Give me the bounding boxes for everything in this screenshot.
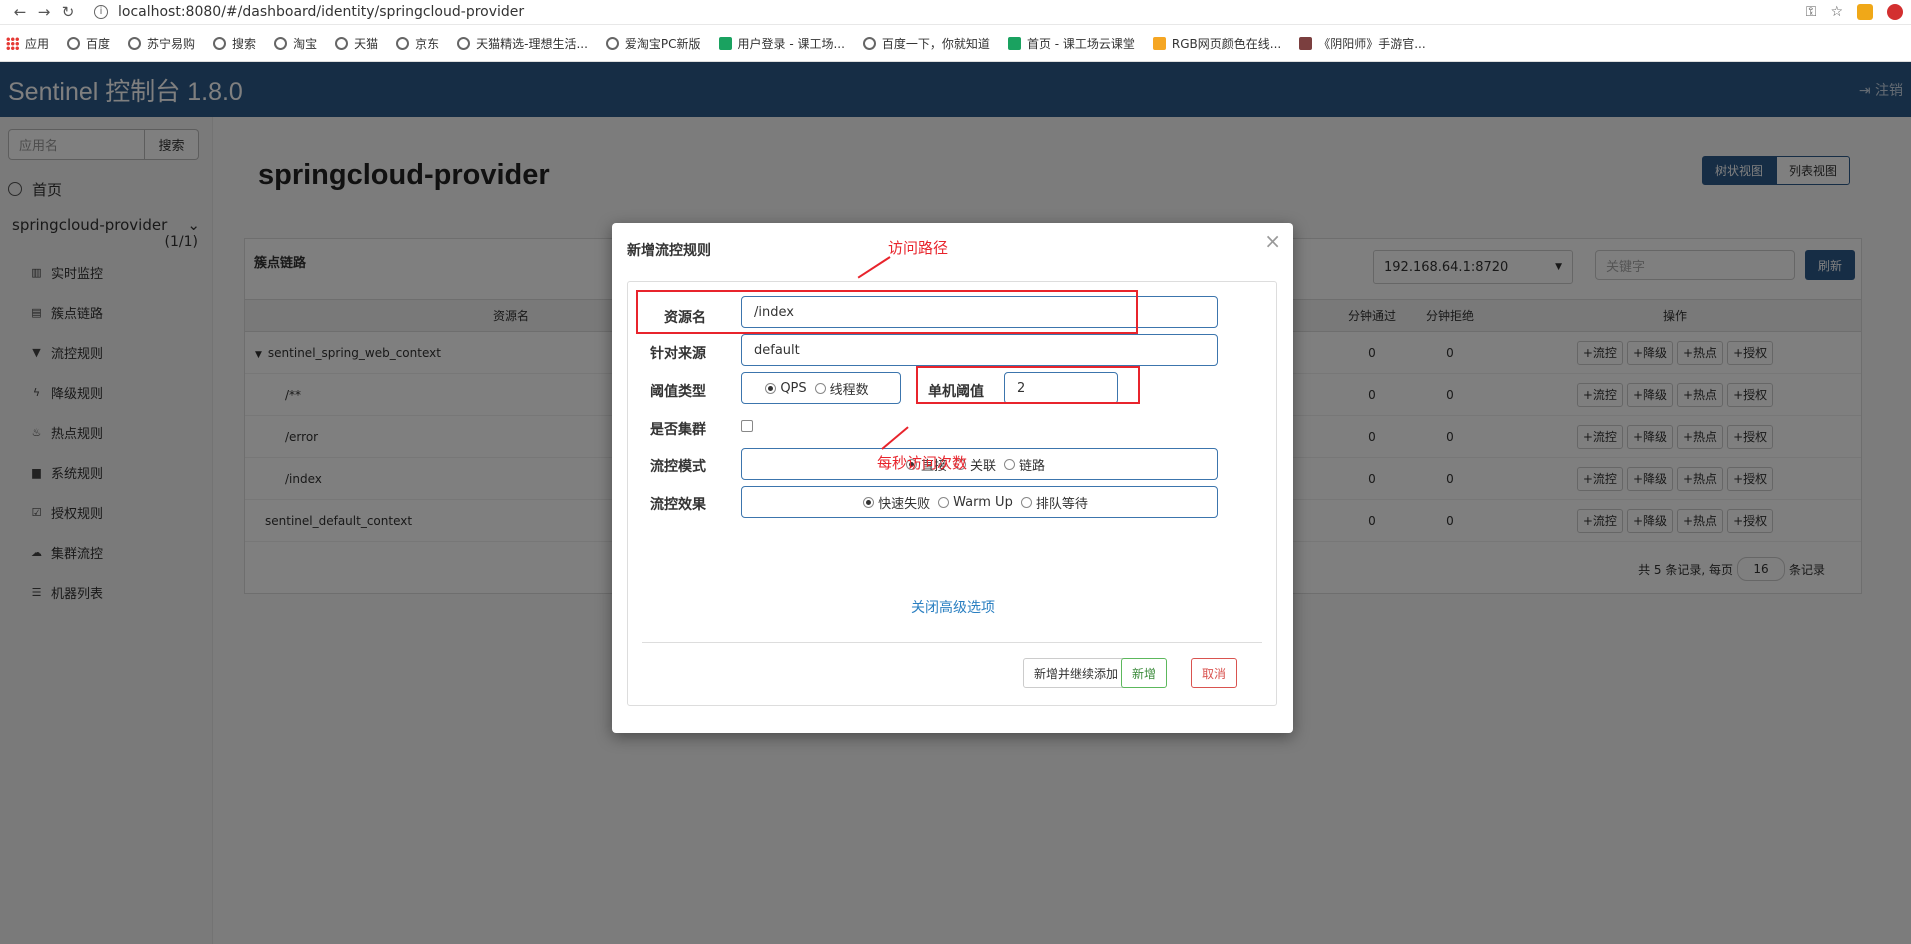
bookmark-item[interactable]: 天猫精选-理想生活... — [457, 35, 588, 52]
bookmark-item[interactable]: 京东 — [396, 35, 439, 52]
toggle-advanced-link[interactable]: 关闭高级选项 — [628, 597, 1278, 617]
effect-group: 快速失败 Warm Up 排队等待 — [741, 486, 1218, 518]
bookmark-item[interactable]: 百度 — [67, 35, 110, 52]
bookmark-item[interactable]: 百度一下，你就知道 — [862, 35, 990, 52]
star-icon[interactable]: ☆ — [1830, 4, 1843, 20]
cancel-button[interactable]: 取消 — [1191, 658, 1238, 688]
reload-icon[interactable]: ↻ — [56, 3, 80, 21]
bookmark-item[interactable]: 搜索 — [213, 35, 256, 52]
favicon-icon — [1152, 36, 1166, 50]
radio-qps[interactable]: QPS — [765, 381, 807, 396]
mode-group: 直接 关联 链路 — [741, 448, 1218, 480]
radio-fast-fail[interactable]: 快速失败 — [863, 493, 930, 512]
address-bar[interactable]: i localhost:8080/#/dashboard/identity/sp… — [94, 4, 524, 20]
favicon-icon — [128, 36, 142, 50]
info-icon[interactable]: i — [94, 5, 108, 19]
add-flow-rule-dialog: 新增流控规则 × 资源名 /index 针对来源 default 阈值类型 QP… — [612, 223, 1293, 733]
close-icon[interactable]: × — [1264, 229, 1281, 253]
annotation-arrow — [857, 256, 891, 279]
favicon-icon — [605, 36, 619, 50]
url-text: localhost:8080/#/dashboard/identity/spri… — [118, 4, 525, 20]
favicon-icon — [718, 36, 732, 50]
key-icon[interactable]: ⚿ — [1806, 4, 1817, 20]
cluster-label: 是否集群 — [650, 422, 706, 438]
add-button[interactable]: 新增 — [1121, 658, 1168, 688]
apps-icon — [6, 36, 19, 50]
source-label: 针对来源 — [650, 346, 706, 362]
add-and-continue-button[interactable]: 新增并继续添加 — [1023, 658, 1130, 688]
annotation-qps: 每秒访问次数 — [877, 454, 968, 472]
dialog-title: 新增流控规则 — [627, 243, 711, 259]
threshold-type-group: QPS 线程数 — [741, 372, 901, 404]
annotation-box — [916, 366, 1140, 404]
source-field[interactable]: default — [741, 334, 1218, 366]
browser-toolbar: ← → ↻ i localhost:8080/#/dashboard/ident… — [0, 0, 1911, 25]
radio-thread[interactable]: 线程数 — [814, 379, 869, 398]
annotation-box — [636, 290, 1138, 334]
annotation-path: 访问路径 — [888, 239, 949, 257]
bookmark-item[interactable]: 爱淘宝PC新版 — [605, 35, 701, 52]
divider — [642, 642, 1262, 643]
dialog-form: 资源名 /index 针对来源 default 阈值类型 QPS 线程数 单机阈… — [627, 281, 1277, 706]
bookmarks-bar: 应用 百度 苏宁易购 搜索 淘宝 天猫 京东 天猫精选-理想生活... 爱淘宝PC新版 用户登录 … — [0, 25, 1911, 62]
radio-warm-up[interactable]: Warm Up — [938, 495, 1013, 510]
mode-label: 流控模式 — [650, 459, 706, 475]
threshold-type-label: 阈值类型 — [650, 384, 706, 400]
bookmark-item[interactable]: 苏宁易购 — [128, 35, 195, 52]
bookmark-item[interactable]: 天猫 — [335, 35, 378, 52]
radio-chain[interactable]: 链路 — [1004, 455, 1045, 474]
favicon-icon — [274, 36, 288, 50]
favicon-icon — [457, 36, 471, 50]
extension-icon[interactable] — [1887, 4, 1903, 20]
radio-queue[interactable]: 排队等待 — [1020, 493, 1088, 512]
forward-icon[interactable]: → — [32, 3, 56, 21]
bookmark-item[interactable]: 淘宝 — [274, 35, 317, 52]
bookmark-item[interactable]: 首页 - 课工场云课堂 — [1007, 35, 1135, 52]
favicon-icon — [213, 36, 227, 50]
favicon-icon — [335, 36, 349, 50]
favicon-icon — [1007, 36, 1021, 50]
bookmark-item[interactable]: 《阴阳师》手游官... — [1299, 35, 1426, 52]
cluster-checkbox[interactable] — [741, 420, 753, 432]
bookmark-item[interactable]: RGB网页颜色在线... — [1152, 35, 1281, 52]
effect-label: 流控效果 — [650, 497, 706, 513]
favicon-icon — [862, 36, 876, 50]
modal-backdrop — [0, 62, 1911, 117]
favicon-icon — [1299, 36, 1313, 50]
bookmark-item[interactable]: 用户登录 - 课工场... — [718, 35, 845, 52]
favicon-icon — [67, 36, 81, 50]
bookmark-item[interactable]: 应用 — [6, 35, 49, 52]
extension-icon[interactable] — [1857, 4, 1873, 20]
back-icon[interactable]: ← — [8, 3, 32, 21]
favicon-icon — [396, 36, 410, 50]
